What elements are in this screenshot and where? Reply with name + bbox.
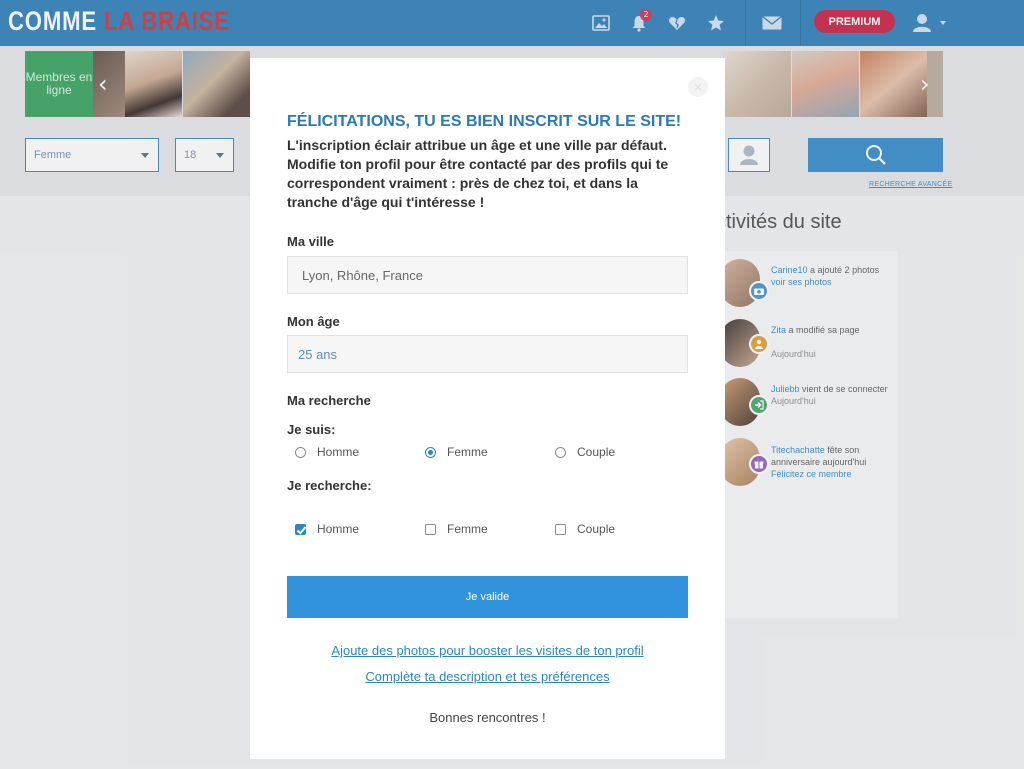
- checkbox[interactable]: [555, 523, 566, 535]
- checkbox[interactable]: [295, 523, 306, 535]
- looking-option-homme[interactable]: Homme: [295, 522, 359, 536]
- option-label: Femme: [447, 445, 488, 459]
- complete-description-link[interactable]: Complète ta description et tes préférenc…: [250, 669, 725, 684]
- option-label: Femme: [447, 522, 488, 536]
- closing-message: Bonnes rencontres !: [429, 710, 546, 725]
- age-input-value: 25 ans: [298, 346, 338, 362]
- add-photos-link[interactable]: Ajoute des photos pour booster les visit…: [250, 643, 725, 658]
- i-am-option-couple[interactable]: Couple: [555, 445, 615, 459]
- looking-option-femme[interactable]: Femme: [425, 522, 488, 536]
- looking-option-couple[interactable]: Couple: [555, 522, 615, 536]
- option-label: Couple: [577, 522, 616, 536]
- city-input[interactable]: Lyon, Rhône, France: [287, 256, 688, 294]
- checkbox[interactable]: [425, 523, 436, 535]
- option-label: Couple: [577, 445, 616, 459]
- registration-success-modal: ✕ FÉLICITATIONS, TU ES BIEN INSCRIT SUR …: [250, 58, 725, 759]
- modal-title: FÉLICITATIONS, TU ES BIEN INSCRIT SUR LE…: [287, 113, 682, 130]
- modal-intro-text: L'inscription éclair attribue un âge et …: [287, 137, 669, 210]
- looking-for-label: Je recherche:: [287, 478, 372, 493]
- i-am-label: Je suis:: [287, 422, 336, 437]
- search-section-label: Ma recherche: [287, 393, 371, 408]
- radio-button[interactable]: [425, 446, 436, 458]
- radio-button[interactable]: [295, 446, 306, 458]
- city-input-value: Lyon, Rhône, France: [302, 267, 423, 283]
- i-am-option-femme[interactable]: Femme: [425, 445, 488, 459]
- city-label: Ma ville: [287, 234, 334, 249]
- option-label: Homme: [317, 522, 360, 536]
- age-input[interactable]: 25 ans: [287, 335, 688, 373]
- i-am-option-homme[interactable]: Homme: [295, 445, 359, 459]
- submit-button[interactable]: Je valide: [287, 576, 688, 618]
- age-label: Mon âge: [287, 314, 340, 329]
- radio-button[interactable]: [555, 446, 566, 458]
- close-icon[interactable]: ✕: [688, 77, 708, 97]
- option-label: Homme: [317, 445, 360, 459]
